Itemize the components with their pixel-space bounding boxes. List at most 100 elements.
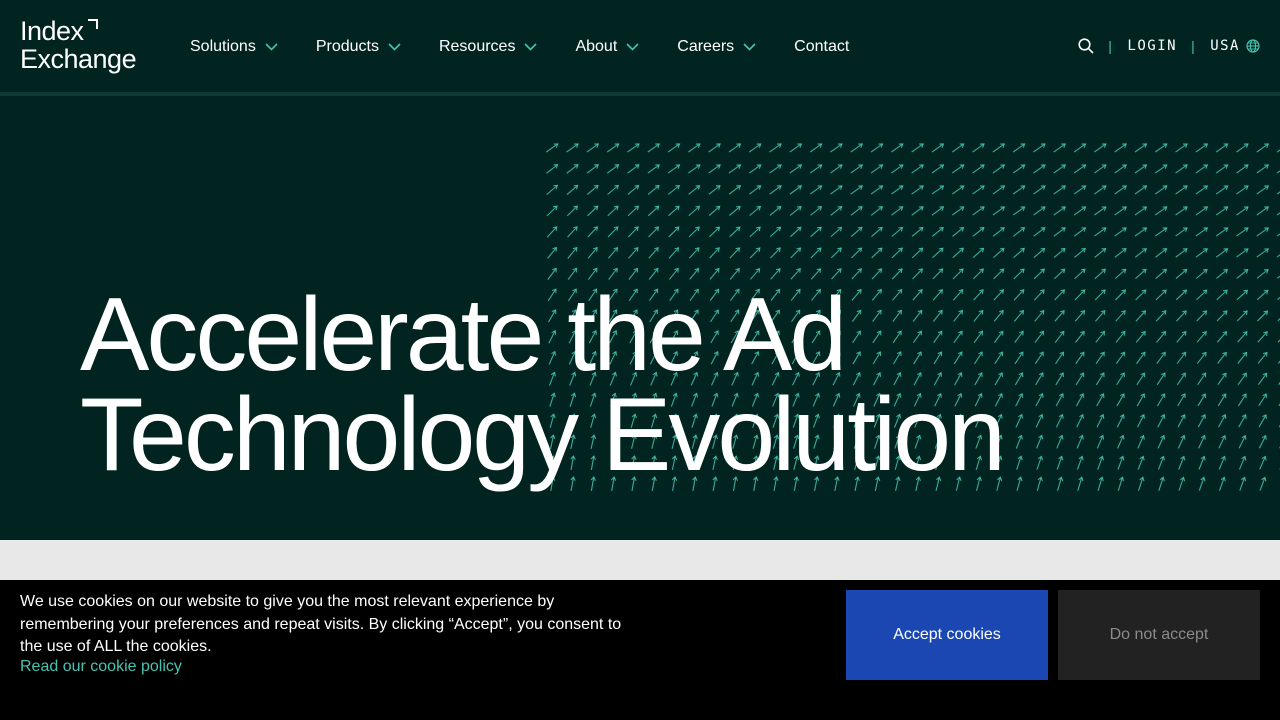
arrow-up-right-icon: [1216, 331, 1228, 343]
search-icon[interactable]: [1078, 38, 1094, 54]
arrow-up-right-icon: [1175, 289, 1188, 301]
arrow-up-right-icon: [1236, 143, 1249, 153]
arrow-up-right-icon: [1215, 248, 1229, 258]
arrow-up-right-icon: [1236, 164, 1249, 174]
arrow-up-right-icon: [628, 247, 639, 259]
arrow-up-right-icon: [850, 226, 863, 238]
headline-line-2: Technology Evolution: [80, 377, 1006, 493]
arrow-up-right-icon: [647, 184, 660, 195]
arrow-up-right-icon: [1036, 434, 1044, 449]
arrow-up-right-icon: [607, 184, 620, 195]
arrow-up-right-icon: [749, 226, 761, 238]
arrow-up-right-icon: [931, 185, 945, 195]
login-link[interactable]: LOGIN: [1127, 38, 1177, 54]
arrow-up-right-icon: [1033, 185, 1046, 195]
arrow-up-right-icon: [992, 206, 1006, 216]
arrow-up-right-icon: [708, 226, 721, 238]
arrow-up-right-icon: [1237, 393, 1247, 407]
arrow-up-right-icon: [1013, 289, 1025, 301]
arrow-up-right-icon: [1073, 164, 1087, 174]
index-exchange-logo[interactable]: Index Exchange: [20, 17, 137, 74]
arrow-up-right-icon: [830, 206, 843, 216]
arrow-up-right-icon: [1053, 143, 1067, 153]
arrow-up-right-icon: [1178, 455, 1186, 470]
arrow-up-right-icon: [1134, 143, 1148, 153]
arrow-up-right-icon: [952, 226, 965, 237]
arrow-up-right-icon: [1196, 289, 1208, 301]
arrow-up-right-icon: [1196, 330, 1207, 343]
arrow-up-right-icon: [1117, 455, 1125, 470]
arrow-up-right-icon: [932, 268, 944, 280]
separator: |: [1108, 38, 1114, 54]
cookie-message: We use cookies on our website to give yo…: [20, 593, 622, 655]
arrow-up-right-icon: [1056, 434, 1064, 449]
nav-item-solutions[interactable]: Solutions: [190, 36, 278, 58]
arrow-up-right-icon: [1236, 227, 1249, 237]
arrow-up-right-icon: [1157, 455, 1165, 470]
arrow-up-right-icon: [749, 185, 762, 195]
arrow-up-right-icon: [851, 268, 862, 280]
arrow-up-right-icon: [667, 143, 681, 153]
nav-item-resources[interactable]: Resources: [439, 36, 538, 58]
logo-line-2: Exchange: [20, 44, 137, 74]
arrow-up-right-icon: [587, 226, 599, 238]
arrow-up-right-icon: [1217, 393, 1227, 407]
utility-nav: | LOGIN | USA: [1078, 36, 1260, 56]
nav-item-about[interactable]: About: [575, 36, 639, 58]
arrow-up-right-icon: [769, 226, 782, 238]
arrow-up-right-icon: [1236, 289, 1249, 301]
arrow-up-right-icon: [647, 143, 661, 153]
arrow-up-right-icon: [1176, 351, 1187, 364]
arrow-up-right-icon: [993, 268, 1005, 280]
arrow-up-right-icon: [1114, 227, 1127, 237]
nav-item-products[interactable]: Products: [316, 36, 401, 58]
arrow-up-right-icon: [1136, 393, 1146, 407]
arrow-up-right-icon: [1034, 351, 1044, 365]
arrow-up-right-icon: [1096, 393, 1105, 407]
arrow-up-right-icon: [1196, 351, 1207, 364]
arrow-up-right-icon: [1055, 413, 1064, 428]
arrow-up-right-icon: [1218, 434, 1227, 449]
arrow-up-right-icon: [870, 164, 884, 174]
globe-icon[interactable]: [1246, 39, 1260, 53]
arrow-up-right-icon: [1013, 268, 1025, 280]
arrow-up-right-icon: [992, 227, 1005, 237]
arrow-up-right-icon: [1175, 248, 1188, 258]
arrow-up-right-icon: [1236, 248, 1249, 258]
arrow-up-right-icon: [546, 184, 559, 196]
accept-cookies-button[interactable]: Accept cookies: [846, 590, 1048, 680]
arrow-up-right-icon: [1175, 206, 1188, 216]
arrow-up-right-icon: [1134, 164, 1148, 174]
arrow-up-right-icon: [1095, 351, 1105, 365]
arrow-up-right-icon: [1053, 206, 1067, 216]
cookie-policy-link[interactable]: Read our cookie policy: [20, 658, 182, 676]
arrow-up-right-icon: [1033, 206, 1046, 216]
arrow-up-right-icon: [1154, 227, 1168, 237]
arrow-up-right-icon: [1154, 143, 1168, 153]
arrow-up-right-icon: [607, 226, 619, 238]
arrow-up-right-icon: [1114, 164, 1127, 174]
arrow-up-right-icon: [1216, 310, 1228, 322]
arrow-up-right-icon: [1012, 143, 1026, 153]
arrow-up-right-icon: [1195, 143, 1209, 153]
arrow-up-right-icon: [830, 247, 842, 259]
arrow-up-right-icon: [1156, 372, 1166, 386]
nav-item-careers[interactable]: Careers: [677, 36, 756, 58]
arrow-up-right-icon: [1239, 476, 1247, 491]
arrow-up-right-icon: [1096, 413, 1105, 428]
arrow-up-right-icon: [1073, 227, 1087, 237]
arrow-up-right-icon: [1256, 143, 1270, 153]
decline-cookies-button[interactable]: Do not accept: [1058, 590, 1260, 680]
nav-item-contact[interactable]: Contact: [794, 36, 849, 58]
arrow-up-right-icon: [667, 164, 681, 174]
arrow-up-right-icon: [850, 164, 864, 174]
arrow-up-right-icon: [546, 226, 558, 238]
region-selector[interactable]: USA: [1210, 38, 1240, 54]
chevron-down-icon: [388, 43, 401, 51]
chevron-down-icon: [524, 43, 538, 51]
arrow-up-right-icon: [545, 143, 559, 153]
arrow-up-right-icon: [769, 143, 782, 153]
separator: |: [1191, 38, 1197, 54]
nav-item-label: Careers: [677, 38, 735, 55]
arrow-up-right-icon: [1219, 476, 1226, 491]
